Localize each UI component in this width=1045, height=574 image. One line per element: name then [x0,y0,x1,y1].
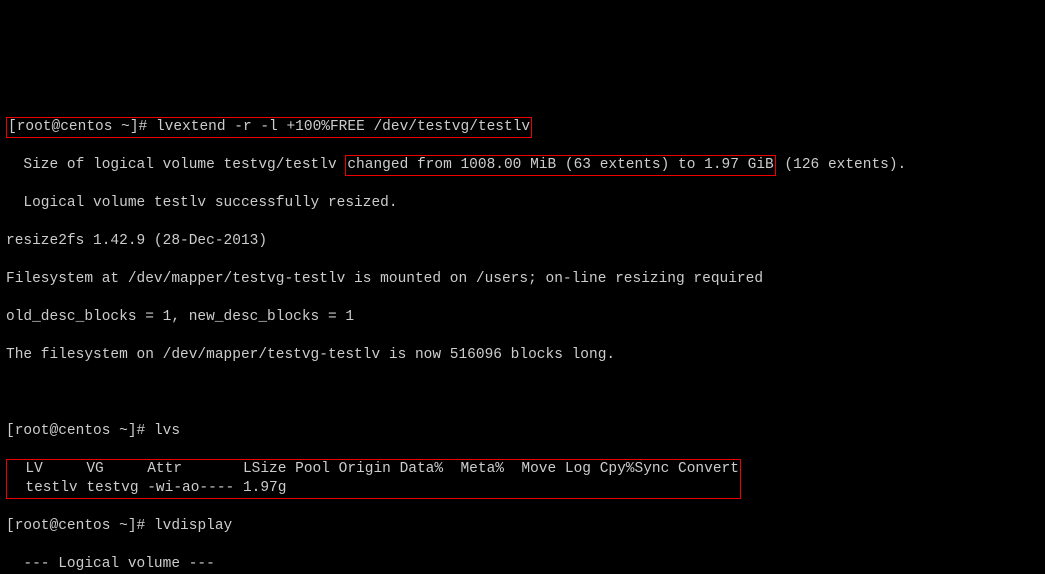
lvs-header: LV VG Attr LSize Pool Origin Data% Meta%… [8,460,739,479]
highlight-lvs-output: LV VG Attr LSize Pool Origin Data% Meta%… [6,459,741,499]
shell-prompt[interactable]: [root@centos ~]# [8,119,156,135]
lvdisplay-header: --- Logical volume --- [6,555,1039,574]
output-text: Size of logical volume testvg/testlv [6,157,345,173]
command-lvs: lvs [154,423,180,439]
command-lvdisplay: lvdisplay [154,518,232,534]
output-text: The filesystem on /dev/mapper/testvg-tes… [6,346,1039,365]
output-text: Logical volume testlv successfully resiz… [6,194,1039,213]
highlight-command-1: [root@centos ~]# lvextend -r -l +100%FRE… [6,117,532,138]
command-lvextend: lvextend -r -l +100%FREE /dev/testvg/tes… [156,119,530,135]
shell-prompt[interactable]: [root@centos ~]# [6,423,154,439]
highlight-size-change: changed from 1008.00 MiB (63 extents) to… [345,155,775,176]
blank-line [6,384,1039,403]
terminal-output: [root@centos ~]# lvextend -r -l +100%FRE… [0,95,1045,574]
output-text: resize2fs 1.42.9 (28-Dec-2013) [6,232,1039,251]
lvs-row: testlv testvg -wi-ao---- 1.97g [8,479,739,498]
output-text: old_desc_blocks = 1, new_desc_blocks = 1 [6,308,1039,327]
output-text: Filesystem at /dev/mapper/testvg-testlv … [6,270,1039,289]
shell-prompt[interactable]: [root@centos ~]# [6,518,154,534]
